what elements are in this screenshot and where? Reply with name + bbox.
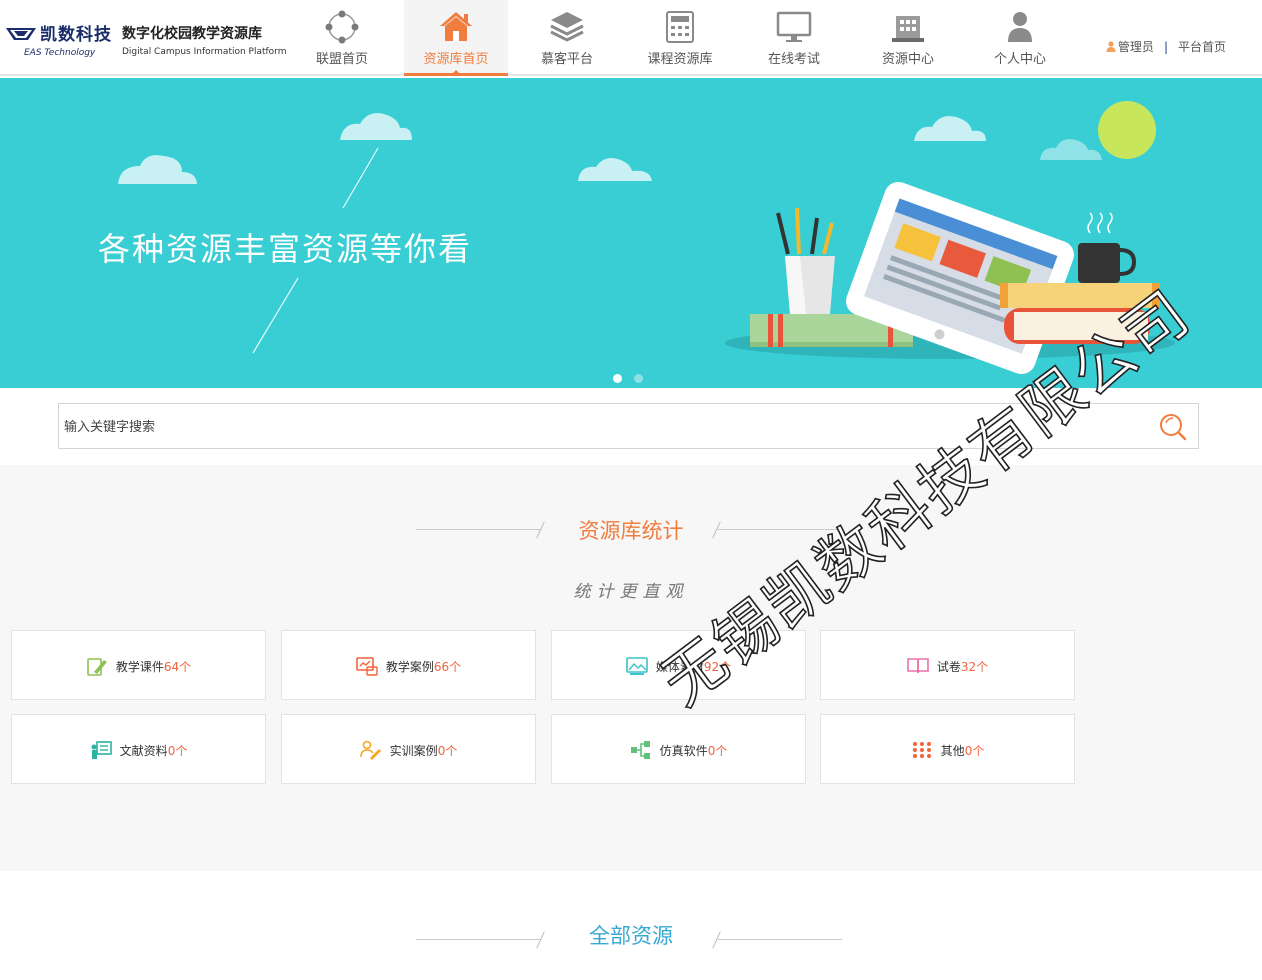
search-icon[interactable] bbox=[1158, 412, 1188, 442]
media-icon bbox=[626, 657, 648, 675]
top-header: 凯数科技 数字化校园教学资源库 EAS Technology Digital C… bbox=[0, 0, 1262, 76]
stat-card-literature[interactable]: 文献资料0个 bbox=[11, 714, 266, 784]
monitor-icon bbox=[776, 11, 812, 42]
stat-count: 0个 bbox=[437, 744, 458, 758]
title-divider-right bbox=[718, 529, 842, 530]
stat-card-other[interactable]: 其他0个 bbox=[820, 714, 1075, 784]
stat-label: 教学课件 bbox=[115, 660, 164, 674]
stat-card-teaching-case[interactable]: 教学案例66个 bbox=[281, 630, 536, 700]
case-icon bbox=[356, 657, 378, 676]
simulation-icon bbox=[630, 741, 650, 759]
stat-label: 试卷 bbox=[936, 660, 961, 674]
stat-count: 0个 bbox=[964, 744, 985, 758]
stat-label: 媒体素材 bbox=[655, 660, 704, 674]
stat-count: 92个 bbox=[703, 660, 732, 674]
user-separator: | bbox=[1163, 40, 1168, 54]
calculator-icon bbox=[666, 11, 694, 43]
stat-card-simulation[interactable]: 仿真软件0个 bbox=[551, 714, 806, 784]
literature-icon bbox=[91, 741, 112, 759]
user-icon bbox=[1106, 41, 1116, 52]
nav-label: 课程资源库 bbox=[647, 52, 713, 67]
admin-link[interactable]: 管理员 bbox=[1118, 40, 1154, 54]
stats-section: 资源库统计 统计更直观 教学课件64个 教学案例66个 媒体素材92个 试卷32… bbox=[0, 465, 1262, 871]
nav-label: 慕客平台 bbox=[540, 52, 593, 67]
user-area: 管理员 | 平台首页 bbox=[1106, 38, 1226, 55]
stat-card-training-case[interactable]: 实训案例0个 bbox=[281, 714, 536, 784]
stat-count: 0个 bbox=[707, 744, 728, 758]
logo-platform-name-en: Digital Campus Information Platform bbox=[122, 47, 287, 57]
nav-item-online-exam[interactable]: 在线考试 bbox=[742, 0, 846, 76]
stat-card-media[interactable]: 媒体素材92个 bbox=[551, 630, 806, 700]
logo-mark-icon bbox=[6, 28, 36, 40]
banner-slogan: 各种资源丰富资源等你看 bbox=[98, 230, 473, 268]
stat-count: 64个 bbox=[163, 660, 192, 674]
person-icon bbox=[1008, 12, 1032, 42]
nav-item-personal-center[interactable]: 个人中心 bbox=[968, 0, 1072, 76]
all-resources-title: 全部资源 bbox=[589, 924, 673, 948]
building-icon bbox=[892, 16, 924, 42]
stat-label: 仿真软件 bbox=[659, 744, 708, 758]
stats-title: 资源库统计 bbox=[578, 519, 684, 543]
nav-label: 个人中心 bbox=[993, 52, 1046, 67]
training-icon bbox=[359, 740, 381, 760]
site-logo[interactable]: 凯数科技 数字化校园教学资源库 EAS Technology Digital C… bbox=[6, 18, 296, 64]
nav-item-resource-center[interactable]: 资源中心 bbox=[856, 0, 960, 76]
stat-label: 其他 bbox=[940, 744, 965, 758]
platform-home-link[interactable]: 平台首页 bbox=[1178, 40, 1226, 54]
carousel-dot-1[interactable] bbox=[613, 374, 622, 383]
network-circle-icon bbox=[325, 10, 359, 44]
active-caret bbox=[452, 70, 460, 74]
nav-label: 在线考试 bbox=[767, 52, 820, 67]
stat-count: 66个 bbox=[433, 660, 462, 674]
nav-label: 联盟首页 bbox=[315, 52, 368, 67]
nav-item-course-library[interactable]: 课程资源库 bbox=[628, 0, 732, 76]
logo-brand: 凯数科技 bbox=[40, 25, 112, 45]
exam-book-icon bbox=[907, 658, 929, 674]
search-input[interactable] bbox=[59, 404, 1149, 448]
logo-brand-en: EAS Technology bbox=[24, 48, 96, 58]
courseware-icon bbox=[87, 658, 107, 676]
all-divider-right bbox=[718, 939, 842, 940]
nav-label: 资源库首页 bbox=[423, 52, 489, 67]
stat-label: 文献资料 bbox=[119, 744, 168, 758]
stat-label: 实训案例 bbox=[389, 744, 438, 758]
hero-banner[interactable]: 各种资源丰富资源等你看 bbox=[0, 78, 1262, 388]
stat-count: 0个 bbox=[167, 744, 188, 758]
search-bar bbox=[58, 403, 1199, 449]
logo-platform-name: 数字化校园教学资源库 bbox=[122, 26, 262, 42]
nav-item-mooc[interactable]: 慕客平台 bbox=[515, 0, 619, 76]
stat-label: 教学案例 bbox=[385, 660, 434, 674]
stat-card-exam[interactable]: 试卷32个 bbox=[820, 630, 1075, 700]
nav-item-alliance-home[interactable]: 联盟首页 bbox=[290, 0, 394, 76]
home-icon bbox=[440, 12, 472, 41]
nav-item-resource-home[interactable]: 资源库首页 bbox=[404, 0, 508, 76]
stats-subtitle: 统计更直观 bbox=[573, 582, 689, 602]
stat-count: 32个 bbox=[960, 660, 989, 674]
layers-stack-icon bbox=[550, 12, 584, 42]
carousel-dot-2[interactable] bbox=[634, 374, 643, 383]
grid-dots-icon bbox=[912, 742, 931, 758]
stat-card-courseware[interactable]: 教学课件64个 bbox=[11, 630, 266, 700]
nav-label: 资源中心 bbox=[881, 52, 934, 67]
